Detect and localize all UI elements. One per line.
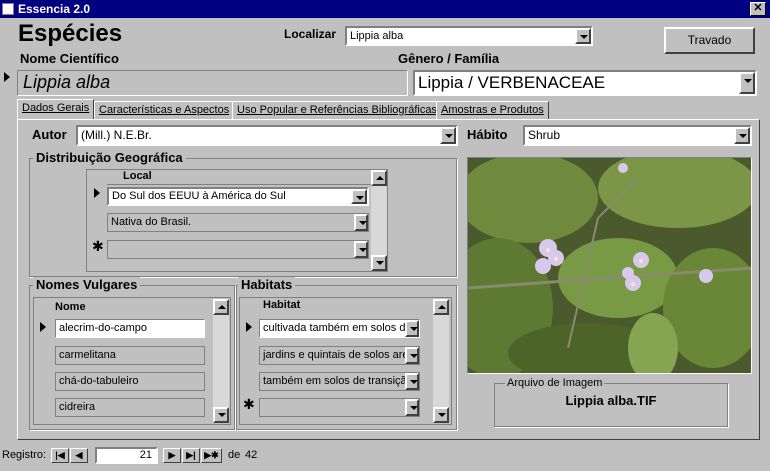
scroll-up-icon[interactable] [213, 299, 229, 315]
habitat-row-1[interactable]: cultivada também em solos de [259, 319, 420, 338]
close-button[interactable]: ✕ [750, 2, 766, 16]
genus-family-label: Gênero / Família [398, 51, 500, 66]
scroll-down-icon[interactable] [371, 255, 387, 271]
habitat-new-row[interactable] [259, 398, 420, 417]
distribution-new-row[interactable] [107, 240, 369, 259]
search-label: Localizar [284, 27, 337, 41]
window-title: Essencia 2.0 [18, 2, 91, 16]
habitat-row-2[interactable]: jardins e quintais de solos are [259, 346, 420, 365]
habit-dropdown-button[interactable] [734, 127, 750, 144]
distribution-new-row-dropdown[interactable] [354, 241, 368, 258]
habitat-row-3-value: também em solos de transição [263, 375, 413, 387]
habitat-row-1-value: cultivada também em solos de [263, 322, 412, 334]
common-name-row-4[interactable]: cidreira [55, 398, 205, 417]
record-total: 42 [245, 449, 258, 461]
common-names-title: Nomes Vulgares [33, 277, 141, 292]
search-combo[interactable]: Lippia alba [345, 26, 593, 46]
distribution-row-1-value: Do Sul dos EEUU à América do Sul [112, 190, 286, 202]
plant-photo [467, 157, 752, 374]
habitat-new-row-dropdown[interactable] [405, 399, 419, 416]
habitat-row-1-dropdown[interactable] [405, 320, 419, 337]
record-number-field[interactable]: 21 [95, 447, 158, 464]
app-icon [2, 3, 14, 15]
new-record-icon: ✱ [92, 238, 104, 254]
scroll-down-icon[interactable] [213, 407, 229, 423]
habitats-column-header: Habitat [263, 299, 301, 311]
common-names-column-header: Nome [55, 301, 86, 313]
scientific-name-field[interactable]: Lippia alba [17, 70, 408, 96]
prev-record-button[interactable]: ◀ [70, 448, 88, 463]
common-name-row-2[interactable]: carmelitana [55, 346, 205, 365]
tab-amostras[interactable]: Amostras e Produtos [436, 101, 549, 120]
search-dropdown-button[interactable] [575, 28, 591, 44]
author-label: Autor [32, 127, 67, 142]
tab-uso-popular[interactable]: Uso Popular e Referências Bibliográficas [232, 101, 442, 120]
distribution-row-1[interactable]: Do Sul dos EEUU à América do Sul [107, 187, 369, 206]
new-record-icon: ✱ [243, 396, 255, 412]
genus-family-combo[interactable]: Lippia / VERBENACEAE [413, 70, 757, 96]
habit-label: Hábito [467, 127, 508, 142]
genus-family-value: Lippia / VERBENACEAE [418, 73, 606, 92]
lock-button[interactable]: Travado [664, 27, 755, 54]
last-record-button[interactable]: ▶| [182, 448, 200, 463]
window-titlebar: Essencia 2.0 ✕ [0, 0, 770, 18]
author-combo[interactable]: (Mill.) N.E.Br. [76, 125, 458, 146]
habitat-row-3[interactable]: também em solos de transição [259, 372, 420, 391]
common-name-row-3[interactable]: chá-do-tabuleiro [55, 372, 205, 391]
author-dropdown-button[interactable] [440, 127, 456, 144]
distribution-row-1-dropdown[interactable] [351, 189, 367, 204]
record-nav-label: Registro: [2, 449, 47, 461]
search-combo-value: Lippia alba [350, 30, 404, 42]
scientific-name-label: Nome Científico [20, 51, 119, 66]
first-record-button[interactable]: |◀ [51, 448, 69, 463]
image-filename: Lippia alba.TIF [565, 393, 657, 408]
new-record-button[interactable]: ▶✱ [201, 448, 222, 463]
habitat-row-2-value: jardins e quintais de solos are [263, 349, 409, 361]
page-title: Espécies [18, 20, 123, 47]
distribution-row-2-dropdown[interactable] [354, 214, 368, 231]
habit-combo[interactable]: Shrub [523, 125, 752, 146]
habitats-row-selector [246, 322, 252, 332]
next-record-button[interactable]: ▶ [163, 448, 181, 463]
record-of-label: de [228, 449, 241, 461]
distribution-row-2-value: Nativa do Brasil. [111, 216, 192, 228]
author-value: (Mill.) N.E.Br. [81, 128, 152, 142]
scroll-down-icon[interactable] [433, 407, 449, 423]
plant-photo-image [468, 158, 751, 373]
habitats-title: Habitats [238, 277, 296, 292]
scroll-up-icon[interactable] [433, 299, 449, 315]
tab-caracteristicas[interactable]: Características e Aspectos [94, 101, 235, 120]
distribution-scrollbar[interactable] [371, 170, 387, 271]
distribution-column-header: Local [107, 170, 371, 185]
scroll-up-icon[interactable] [371, 170, 387, 186]
image-file-label: Arquivo de Imagem [505, 377, 605, 389]
tab-dados-gerais[interactable]: Dados Gerais [17, 99, 95, 120]
distribution-row-selector [94, 188, 100, 198]
common-name-row-1[interactable]: alecrim-do-campo [55, 319, 205, 338]
habitat-row-2-dropdown[interactable] [405, 347, 419, 364]
distribution-title: Distribuição Geográfica [33, 150, 186, 165]
record-selector-icon [4, 72, 10, 82]
common-names-row-selector [40, 322, 46, 332]
habitat-row-3-dropdown[interactable] [405, 373, 419, 390]
habitats-scrollbar[interactable] [433, 299, 449, 423]
distribution-row-2[interactable]: Nativa do Brasil. [107, 213, 369, 232]
genus-family-dropdown-button[interactable] [739, 72, 755, 94]
habit-value: Shrub [528, 128, 561, 142]
common-names-scrollbar[interactable] [213, 299, 229, 423]
